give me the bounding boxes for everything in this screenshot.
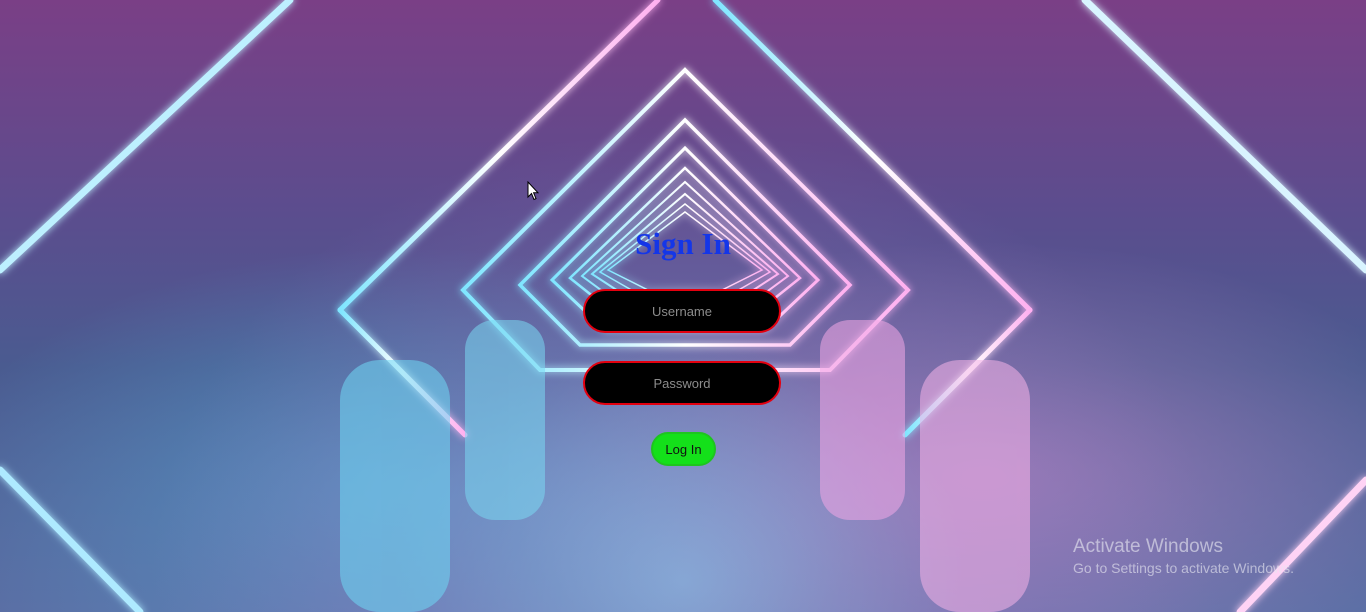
username-field[interactable] bbox=[583, 289, 781, 333]
login-button[interactable]: Log In bbox=[651, 432, 716, 466]
password-field[interactable] bbox=[583, 361, 781, 405]
watermark-title: Activate Windows bbox=[1073, 536, 1223, 557]
page-title: Sign In bbox=[635, 226, 731, 261]
login-form: Sign In Log In bbox=[0, 0, 1366, 612]
watermark-subtitle: Go to Settings to activate Windows. bbox=[1073, 560, 1294, 576]
mouse-pointer-icon bbox=[527, 181, 539, 201]
activate-windows-watermark: Activate Windows Go to Settings to activ… bbox=[1073, 536, 1294, 578]
